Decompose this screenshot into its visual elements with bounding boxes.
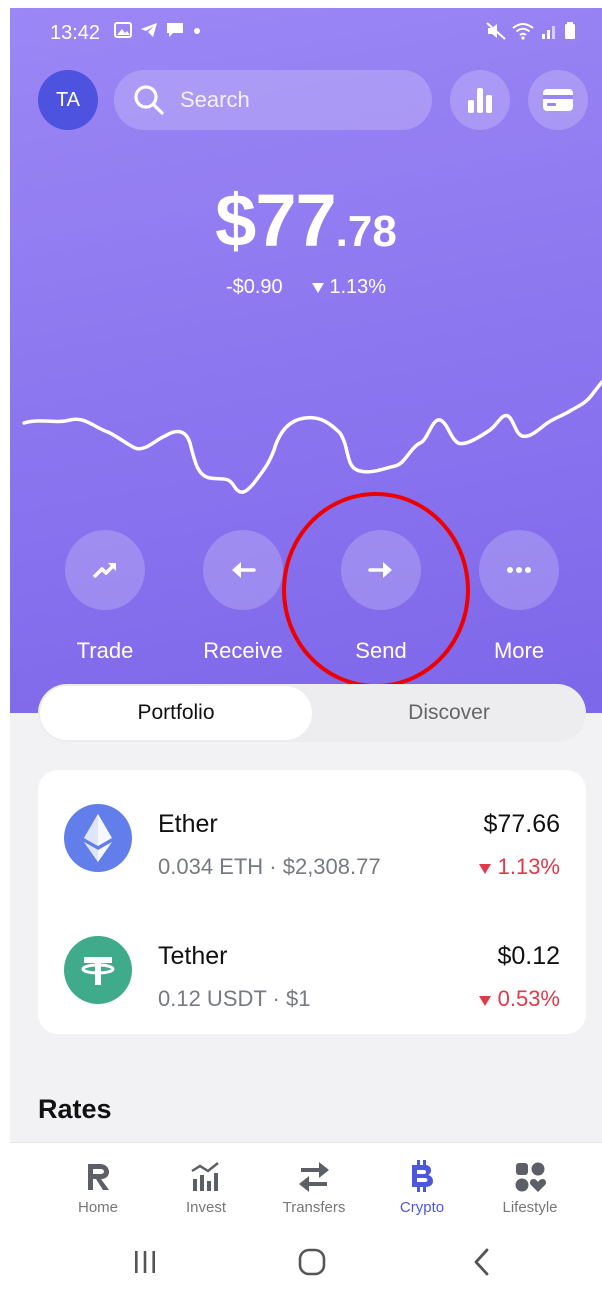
tether-icon xyxy=(64,936,132,1004)
notification-icons xyxy=(114,22,202,38)
tab-portfolio[interactable]: Portfolio xyxy=(40,686,312,740)
signal-icon xyxy=(542,26,555,39)
home-system-button[interactable] xyxy=(282,1242,342,1282)
trade-label: Trade xyxy=(76,638,134,663)
asset-change-value: 0.53% xyxy=(497,986,560,1011)
tab-discover[interactable]: Discover xyxy=(314,686,584,740)
nav-label: Crypto xyxy=(399,1199,445,1216)
battery-icon xyxy=(565,22,575,39)
telegram-icon xyxy=(141,23,157,37)
asset-change: 0.53% xyxy=(479,986,560,1012)
more-button[interactable] xyxy=(479,530,559,610)
asset-detail: 0.12 USDT · $1 xyxy=(158,986,311,1011)
rates-title: Rates xyxy=(38,1094,112,1124)
asset-value: $77.66 xyxy=(483,810,560,838)
arrow-left-icon xyxy=(232,562,256,578)
nav-transfers[interactable]: Transfers xyxy=(259,1157,369,1216)
more-label: More xyxy=(493,638,545,663)
status-bar: 13:42 xyxy=(10,8,602,58)
card-icon xyxy=(543,89,573,111)
cards-button[interactable] xyxy=(528,70,588,130)
more-dots-icon xyxy=(507,567,531,573)
price-chart[interactable] xyxy=(10,368,602,518)
recent-apps-button[interactable] xyxy=(115,1242,175,1282)
price-line xyxy=(22,380,602,494)
asset-change: 1.13% xyxy=(479,854,560,880)
transfer-arrows-icon xyxy=(299,1162,329,1192)
bar-chart-icon xyxy=(468,88,492,113)
balance-decimal: .78 xyxy=(335,207,397,256)
receive-action[interactable]: Receive xyxy=(193,530,293,664)
portfolio-discover-toggle: Portfolio Discover xyxy=(38,684,586,742)
change-amount: -$0.90 xyxy=(225,276,283,298)
lifestyle-icon xyxy=(515,1162,546,1192)
search-placeholder: Search xyxy=(180,87,250,112)
receive-label: Receive xyxy=(203,638,283,663)
home-circle-icon xyxy=(298,1248,326,1276)
nav-label: Lifestyle xyxy=(502,1199,558,1216)
nav-label: Transfers xyxy=(282,1199,346,1216)
trade-button[interactable] xyxy=(65,530,145,610)
revolut-r-icon xyxy=(88,1164,109,1190)
balance-amount: $77.78 xyxy=(10,178,602,263)
asset-name: Ether xyxy=(158,810,218,838)
more-action[interactable]: More xyxy=(469,530,569,664)
bottom-nav: Home Invest Transfers Crypto Lifestyle xyxy=(10,1142,602,1233)
ethereum-icon xyxy=(64,804,132,872)
asset-detail: 0.034 ETH · $2,308.77 xyxy=(158,854,381,879)
gallery-icon xyxy=(114,22,132,38)
system-nav-bar xyxy=(10,1232,602,1289)
down-triangle-icon xyxy=(311,283,324,293)
nav-label: Home xyxy=(77,1199,118,1216)
asset-row-ether[interactable]: Ether 0.034 ETH · $2,308.77 $77.66 1.13% xyxy=(38,784,586,894)
dot-icon xyxy=(194,28,200,34)
back-chevron-icon xyxy=(474,1248,489,1276)
status-time: 13:42 xyxy=(50,22,101,44)
message-icon xyxy=(167,23,183,37)
nav-invest[interactable]: Invest xyxy=(151,1157,261,1216)
nav-crypto[interactable]: Crypto xyxy=(367,1157,477,1216)
annotation-circle xyxy=(282,492,470,688)
asset-row-tether[interactable]: Tether 0.12 USDT · $1 $0.12 0.53% xyxy=(38,916,586,1026)
trend-up-icon xyxy=(92,563,116,579)
analytics-button[interactable] xyxy=(450,70,510,130)
down-triangle-icon xyxy=(479,996,492,1006)
assets-card: Ether 0.034 ETH · $2,308.77 $77.66 1.13%… xyxy=(38,770,586,1034)
nav-label: Invest xyxy=(185,1199,227,1216)
system-icons xyxy=(486,22,576,40)
balance-change: -$0.90 1.13% xyxy=(10,276,602,299)
balance-integer: $77 xyxy=(215,179,336,262)
app-screen: 13:42 TA Search $77.78 -$0.90 1.13% Trad… xyxy=(10,8,602,1289)
invest-chart-icon xyxy=(191,1162,219,1191)
down-triangle-icon xyxy=(479,864,492,874)
avatar[interactable]: TA xyxy=(38,70,98,130)
nav-home[interactable]: Home xyxy=(43,1157,153,1216)
back-button[interactable] xyxy=(452,1242,512,1282)
trade-action[interactable]: Trade xyxy=(55,530,155,664)
receive-button[interactable] xyxy=(203,530,283,610)
nav-lifestyle[interactable]: Lifestyle xyxy=(475,1157,585,1216)
search-icon xyxy=(134,85,164,115)
asset-name: Tether xyxy=(158,942,228,970)
mute-icon xyxy=(486,22,506,40)
wifi-icon xyxy=(512,23,534,40)
bitcoin-icon xyxy=(412,1160,433,1192)
asset-value: $0.12 xyxy=(497,942,560,970)
search-bar[interactable]: Search xyxy=(114,70,432,130)
change-percent: 1.13% xyxy=(329,276,387,298)
recent-apps-icon xyxy=(135,1251,155,1273)
asset-change-value: 1.13% xyxy=(497,854,560,879)
